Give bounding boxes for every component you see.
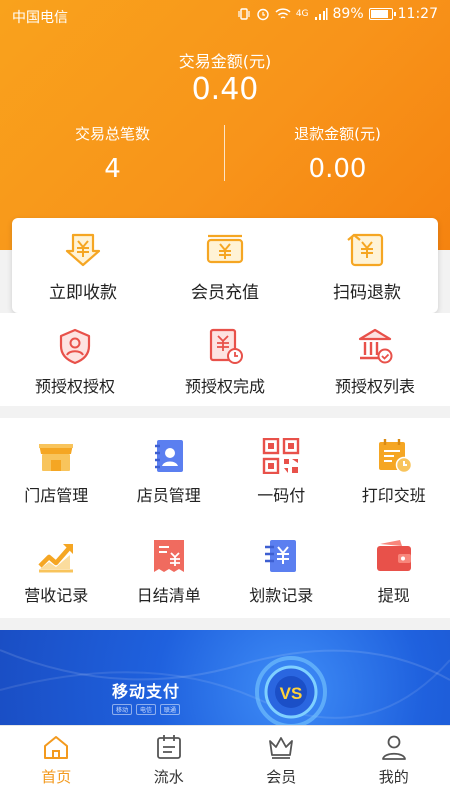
daily-statement-label: 日结清单 [136, 586, 201, 605]
revenue-records-button[interactable]: 营收记录 [0, 518, 113, 618]
preauth-authorize-label: 预授权授权 [34, 377, 115, 396]
bill-yuan-icon [153, 540, 184, 572]
download-yuan-icon [65, 233, 101, 267]
refund-label: 退款金额(元) [294, 125, 381, 143]
home-icon [44, 736, 69, 759]
wifi-icon [275, 8, 291, 19]
tab-mine-label: 我的 [378, 768, 409, 786]
alarm-icon [257, 8, 269, 21]
carrier-label: 中国电信 [12, 10, 68, 26]
promo-banner[interactable]: 移动支付 移动 电信 联通 [0, 630, 450, 725]
banner-tag: 联通 [160, 704, 181, 715]
bank-icon [358, 328, 393, 364]
transfer-yuan-icon [265, 540, 297, 572]
tab-home-label: 首页 [41, 768, 72, 786]
collect-payment-button[interactable]: 立即收款 [12, 218, 154, 313]
calendar-list-icon [156, 735, 181, 759]
trend-chart-icon [38, 544, 74, 573]
daily-statement-button[interactable]: 日结清单 [113, 518, 226, 618]
preauth-complete-button[interactable]: 预授权完成 [150, 313, 300, 406]
wallet-icon [376, 540, 411, 571]
preauth-list-button[interactable]: 预授权列表 [300, 313, 450, 406]
banner-tags: 移动 电信 联通 [112, 704, 181, 715]
bottom-tab-bar: 首页 流水 会员 我的 [0, 725, 450, 800]
receipt-clock-icon [209, 328, 243, 364]
staff-management-label: 店员管理 [136, 486, 201, 505]
summary-header: 中国电信 4G 89% 11:27 交易金额(元) 0.40 交易总笔数 4 退… [0, 0, 450, 250]
banner-tag: 电信 [136, 704, 157, 715]
calendar-clock-icon [378, 439, 412, 474]
count-value: 4 [104, 154, 121, 184]
preauth-list-label: 预授权列表 [334, 377, 415, 396]
banner-tag: 移动 [112, 704, 133, 715]
refund-stat: 退款金额(元) 0.00 [225, 123, 450, 184]
person-icon [381, 735, 406, 760]
qr-code-icon [263, 438, 300, 474]
refund-value: 0.00 [308, 154, 367, 184]
crown-icon [269, 737, 294, 759]
tab-transactions[interactable]: 流水 [113, 726, 226, 800]
vibrate-icon [238, 8, 250, 20]
clock: 11:27 [397, 6, 438, 22]
tab-members[interactable]: 会员 [225, 726, 338, 800]
transfer-records-button[interactable]: 划款记录 [225, 518, 338, 618]
collect-payment-label: 立即收款 [49, 283, 117, 303]
store-management-label: 门店管理 [24, 486, 89, 505]
revenue-records-label: 营收记录 [24, 586, 89, 605]
scan-refund-icon [347, 233, 384, 267]
vs-badge-icon: VS [255, 656, 327, 725]
vs-label: VS [280, 684, 303, 703]
banner-decoration [0, 649, 450, 719]
status-bar: 中国电信 4G 89% 11:27 [0, 0, 450, 32]
card-yuan-icon [206, 234, 244, 264]
print-shift-button[interactable]: 打印交班 [338, 418, 450, 518]
print-shift-label: 打印交班 [361, 486, 426, 505]
withdraw-button[interactable]: 提现 [338, 518, 450, 618]
preauth-section: 预授权授权 预授权完成 预授权列表 [0, 313, 450, 406]
transfer-records-label: 划款记录 [249, 586, 314, 605]
tab-home[interactable]: 首页 [0, 726, 113, 800]
battery-icon [368, 8, 396, 20]
one-code-pay-button[interactable]: 一码付 [225, 418, 338, 518]
one-code-pay-label: 一码付 [257, 486, 306, 505]
scan-refund-button[interactable]: 扫码退款 [296, 218, 438, 313]
amount-label: 交易金额(元) [178, 52, 272, 71]
withdraw-label: 提现 [377, 586, 410, 605]
preauth-authorize-button[interactable]: 预授权授权 [0, 313, 150, 406]
contacts-book-icon [154, 440, 183, 472]
tab-mine[interactable]: 我的 [338, 726, 450, 800]
tab-transactions-label: 流水 [153, 768, 184, 786]
shield-user-icon [59, 328, 91, 365]
count-label: 交易总笔数 [74, 125, 150, 143]
quick-actions-card: 立即收款 会员充值 扫码退款 [12, 218, 438, 313]
count-stat: 交易总笔数 4 [0, 123, 225, 184]
battery-level [370, 10, 388, 18]
battery-percent: 89% [332, 6, 364, 22]
signal-icon [314, 8, 328, 20]
member-recharge-label: 会员充值 [191, 283, 259, 303]
amount-value: 0.40 [191, 72, 259, 107]
store-icon [39, 444, 74, 471]
function-grid: 门店管理 店员管理 一码付 打印交班 营收记录 日结清单 划款记录 提现 [0, 418, 450, 618]
scan-refund-label: 扫码退款 [333, 283, 401, 303]
banner-title: 移动支付 [112, 682, 181, 701]
member-recharge-button[interactable]: 会员充值 [154, 218, 296, 313]
tab-members-label: 会员 [266, 768, 297, 786]
signal-label: 4G [295, 9, 309, 19]
store-management-button[interactable]: 门店管理 [0, 418, 113, 518]
staff-management-button[interactable]: 店员管理 [113, 418, 226, 518]
preauth-complete-label: 预授权完成 [184, 377, 265, 396]
